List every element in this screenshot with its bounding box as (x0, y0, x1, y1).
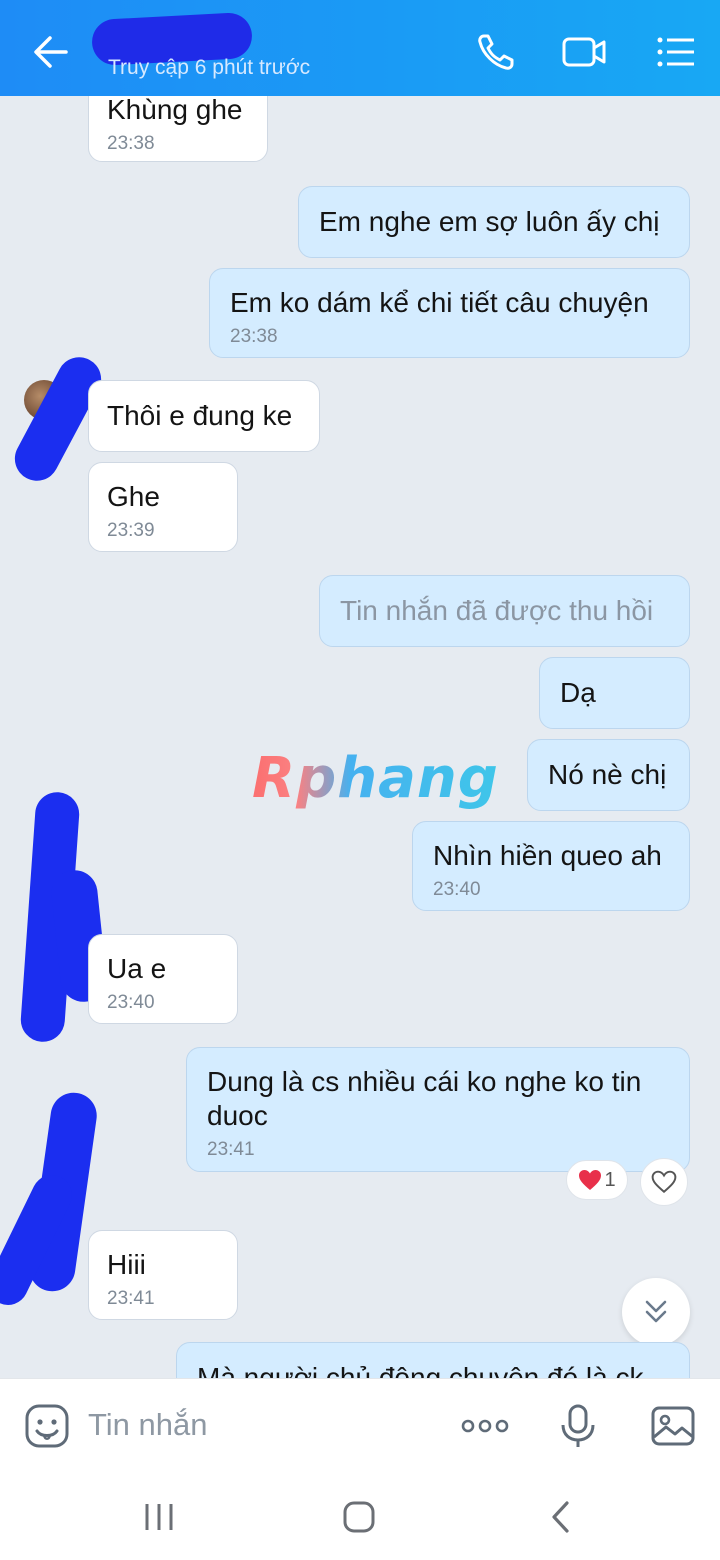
chat-header: Truy cập 6 phút trước (0, 0, 720, 96)
reaction-count: 1 (604, 1168, 616, 1191)
message-time: 23:38 (107, 133, 155, 154)
like-button[interactable] (640, 1158, 688, 1206)
message-text: Khùng ghe (107, 96, 243, 125)
video-call-icon[interactable] (560, 28, 608, 76)
message-text: Mà người chủ động chuyện đó là ck (197, 1362, 644, 1378)
message-bubble[interactable]: Em ko dám kể chi tiết câu chuyện 23:38 (209, 268, 690, 358)
message-text: Em ko dám kể chi tiết câu chuyện (230, 287, 649, 318)
chat-messages[interactable]: Khùng ghe 23:38 Em nghe em sợ luôn ấy ch… (0, 96, 720, 1378)
message-input-bar: Tin nhắn (0, 1378, 720, 1472)
recalled-message-text: Tin nhắn đã được thu hồi (340, 595, 654, 626)
double-chevron-down-icon (645, 1300, 667, 1323)
message-text: Ghe (107, 481, 160, 512)
microphone-icon[interactable] (553, 1401, 603, 1451)
sticker-emoji-icon[interactable] (22, 1401, 72, 1451)
message-bubble[interactable]: Thôi e đung ke (88, 380, 320, 452)
message-text: Dạ (560, 677, 596, 708)
message-bubble[interactable]: Hiii 23:41 (88, 1230, 238, 1320)
menu-icon[interactable] (652, 28, 700, 76)
message-time: 23:41 (107, 1288, 155, 1309)
message-time: 23:39 (107, 520, 155, 541)
message-bubble[interactable]: Em nghe em sợ luôn ấy chị (298, 186, 690, 258)
message-time: 23:38 (230, 326, 278, 347)
back-icon[interactable] (536, 1492, 586, 1542)
watermark-logo: Rphang (252, 746, 499, 811)
message-text: Nó nè chị (548, 759, 667, 790)
message-bubble[interactable]: Nó nè chị (527, 739, 690, 811)
last-seen-status: Truy cập 6 phút trước (108, 56, 311, 79)
phone-icon[interactable] (472, 28, 520, 76)
message-time: 23:41 (207, 1139, 255, 1160)
image-gallery-icon[interactable] (648, 1401, 698, 1451)
more-options-icon[interactable] (458, 1401, 512, 1451)
system-navigation-bar (0, 1472, 720, 1560)
recent-apps-icon[interactable] (134, 1492, 184, 1542)
message-text: Ua e (107, 953, 167, 984)
message-time: 23:40 (107, 992, 155, 1013)
reaction-badge[interactable]: 1 (566, 1160, 628, 1200)
message-bubble[interactable]: Ghe 23:39 (88, 462, 238, 552)
message-input[interactable]: Tin nhắn (88, 1407, 208, 1443)
message-bubble[interactable]: Dung là cs nhiều cái ko nghe ko tin duoc… (186, 1047, 690, 1172)
heart-icon (579, 1170, 602, 1190)
message-text: Em nghe em sợ luôn ấy chị (319, 206, 660, 237)
message-bubble[interactable]: Khùng ghe 23:38 (88, 96, 268, 162)
message-text: Nhìn hiền queo ah (433, 840, 662, 871)
message-bubble[interactable]: Dạ (539, 657, 690, 729)
message-bubble[interactable]: Ua e 23:40 (88, 934, 238, 1024)
message-time: 23:40 (433, 879, 481, 900)
message-bubble[interactable]: Nhìn hiền queo ah 23:40 (412, 821, 690, 911)
message-text: Dung là cs nhiều cái ko nghe ko tin duoc (207, 1066, 642, 1131)
recalled-message-bubble[interactable]: Tin nhắn đã được thu hồi (319, 575, 690, 647)
heart-outline-icon (651, 1170, 677, 1194)
message-text: Hiii (107, 1249, 146, 1280)
back-arrow-icon[interactable] (28, 30, 76, 74)
home-icon[interactable] (334, 1492, 384, 1542)
message-bubble[interactable]: Mà người chủ động chuyện đó là ck (176, 1342, 690, 1378)
scroll-to-bottom-button[interactable] (622, 1278, 690, 1346)
message-text: Thôi e đung ke (107, 400, 293, 431)
